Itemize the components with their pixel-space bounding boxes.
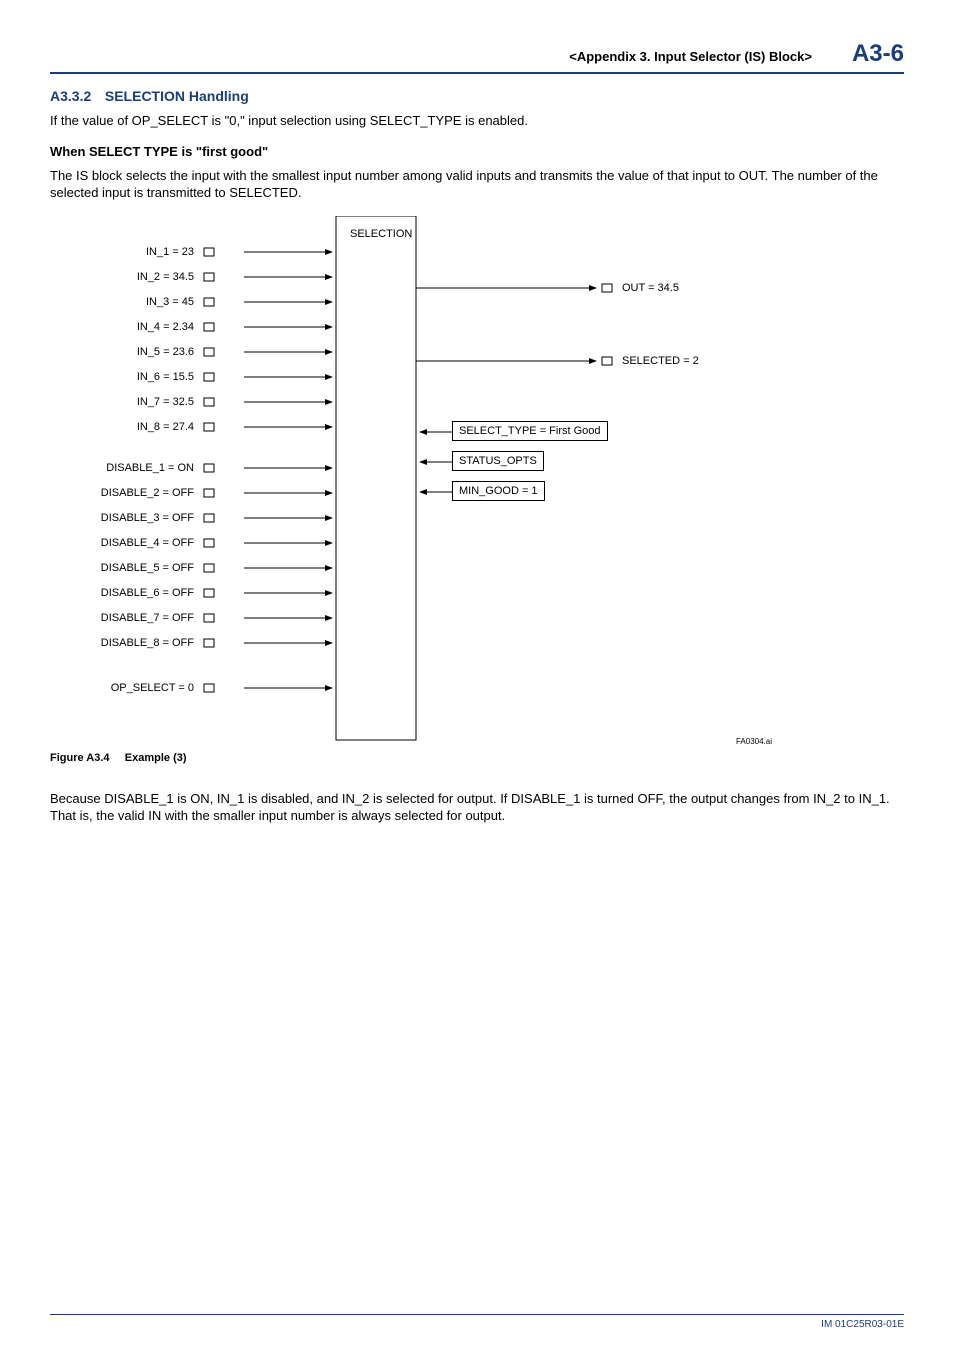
header-page-number: A3-6 [852,40,904,68]
selected-label: SELECTED = 2 [622,355,699,367]
disable-3-label: DISABLE_3 = OFF [74,512,194,524]
page-footer: IM 01C25R03-01E [50,1314,904,1330]
disable-4-label: DISABLE_4 = OFF [74,537,194,549]
disable-1-label: DISABLE_1 = ON [74,462,194,474]
page-header: <Appendix 3. Input Selector (IS) Block> … [50,40,904,74]
figure-caption-text: Example (3) [125,752,187,764]
select-type-box: SELECT_TYPE = First Good [452,421,608,441]
in-5-label: IN_5 = 23.6 [74,346,194,358]
disable-2-label: DISABLE_2 = OFF [74,487,194,499]
min-good-box: MIN_GOOD = 1 [452,481,545,501]
op-select-label: OP_SELECT = 0 [74,682,194,694]
in-7-label: IN_7 = 32.5 [74,396,194,408]
section-title: SELECTION Handling [105,88,249,104]
in-2-label: IN_2 = 34.5 [74,271,194,283]
in-4-label: IN_4 = 2.34 [74,321,194,333]
image-reference: FA0304.ai [736,737,772,746]
paragraph-3: Because DISABLE_1 is ON, IN_1 is disable… [50,790,904,825]
header-title: <Appendix 3. Input Selector (IS) Block> [569,49,812,64]
selection-diagram: SELECTION IN_1 = 23 IN_2 = 34.5 IN_3 = 4… [54,216,774,746]
status-opts-box: STATUS_OPTS [452,451,544,471]
paragraph-2: The IS block selects the input with the … [50,167,904,202]
figure-caption-number: Figure A3.4 [50,752,110,764]
figure-caption: Figure A3.4 Example (3) [50,752,904,764]
disable-7-label: DISABLE_7 = OFF [74,612,194,624]
doc-number: IM 01C25R03-01E [821,1319,904,1330]
in-6-label: IN_6 = 15.5 [74,371,194,383]
section-heading: A3.3.2 SELECTION Handling [50,88,904,104]
selection-box-label: SELECTION [350,228,412,240]
intro-paragraph: If the value of OP_SELECT is "0," input … [50,112,904,130]
in-8-label: IN_8 = 27.4 [74,421,194,433]
disable-5-label: DISABLE_5 = OFF [74,562,194,574]
out-label: OUT = 34.5 [622,282,679,294]
subheading: When SELECT TYPE is "first good" [50,144,904,159]
disable-8-label: DISABLE_8 = OFF [74,637,194,649]
in-1-label: IN_1 = 23 [74,246,194,258]
disable-6-label: DISABLE_6 = OFF [74,587,194,599]
in-3-label: IN_3 = 45 [74,296,194,308]
section-number: A3.3.2 [50,88,91,104]
